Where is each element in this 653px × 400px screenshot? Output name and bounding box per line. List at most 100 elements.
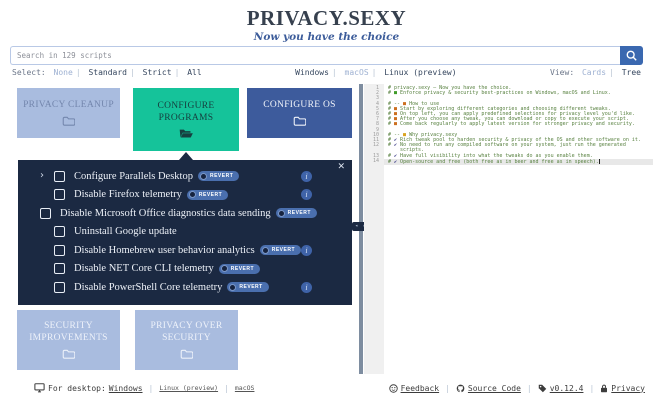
- card-privacy-over-security[interactable]: PRIVACY OVER SECURITY: [135, 310, 238, 370]
- script-label[interactable]: Disable Microsoft Office diagnostics dat…: [60, 208, 271, 219]
- footer-link-source-code[interactable]: Source Code: [468, 384, 521, 393]
- toggle-knob: [220, 265, 228, 273]
- script-label[interactable]: Disable PowerShell Core telemetry: [74, 282, 222, 293]
- script-label[interactable]: Configure Parallels Desktop: [74, 171, 193, 182]
- check-icon: ✔: [391, 152, 398, 159]
- code-editor[interactable]: 1 # privacy.sexy — Now you have the choic…: [364, 84, 653, 374]
- script-checkbox[interactable]: [54, 226, 65, 238]
- script-checkbox[interactable]: [53, 244, 65, 256]
- card-security-improvements[interactable]: SECURITY IMPROVEMENTS: [17, 310, 120, 370]
- select-all[interactable]: All: [187, 68, 201, 77]
- info-icon[interactable]: i: [301, 170, 312, 182]
- folder-icon: [62, 116, 75, 126]
- folder-icon: [293, 116, 306, 126]
- code-text: # ✔ Open-source and free (both free as i…: [384, 158, 653, 166]
- configure-programs-panel: ✕ › Configure Parallels Desktop REVERT i Dis…: [18, 152, 352, 305]
- close-icon[interactable]: ✕: [337, 162, 345, 172]
- check-icon: ✔: [391, 158, 398, 165]
- footer-link-privacy[interactable]: Privacy: [611, 384, 645, 393]
- script-label[interactable]: Disable NET Core CLI telemetry: [74, 263, 214, 274]
- view-cards[interactable]: Cards: [582, 68, 606, 77]
- script-checkbox[interactable]: [54, 170, 65, 182]
- search-input[interactable]: [10, 46, 620, 65]
- revert-toggle[interactable]: REVERT: [259, 245, 301, 256]
- toggle-knob: [229, 283, 237, 291]
- privacy-sexy-app: PRIVACY.SEXY Now you have the choice Sel…: [0, 0, 653, 400]
- search-button[interactable]: [620, 46, 643, 65]
- search-icon: [625, 49, 638, 62]
- script-list: › Configure Parallels Desktop REVERT i Disab…: [18, 167, 352, 297]
- card-configure-programs[interactable]: CONFIGURE PROGRAMS: [133, 88, 239, 151]
- revert-toggle[interactable]: REVERT: [186, 189, 229, 200]
- view-label: View:: [550, 68, 575, 77]
- revert-toggle[interactable]: REVERT: [275, 208, 317, 219]
- info-icon[interactable]: i: [301, 189, 312, 201]
- os-group: Windows | macOS | Linux (preview): [295, 68, 457, 77]
- toggle-knob: [188, 191, 196, 199]
- script-item-row: Disable Firefox telemetry REVERT i: [18, 186, 352, 205]
- info-icon[interactable]: i: [301, 244, 312, 256]
- tag-icon: [538, 384, 547, 393]
- footer-link-feedback[interactable]: Feedback: [401, 384, 440, 393]
- footer-link-linux[interactable]: Linux (preview): [159, 384, 218, 392]
- search-bar: [10, 46, 643, 65]
- toggle-knob: [277, 209, 285, 217]
- footer-link-version[interactable]: v0.12.4: [550, 384, 584, 393]
- select-standard[interactable]: Standard: [88, 68, 127, 77]
- script-label[interactable]: Disable Homebrew user behavior analytics: [74, 245, 255, 256]
- script-label[interactable]: Uninstall Google update: [74, 226, 177, 237]
- script-checkbox[interactable]: [40, 207, 51, 219]
- revert-toggle[interactable]: REVERT: [218, 263, 261, 274]
- view-tree[interactable]: Tree: [622, 68, 641, 77]
- info-icon[interactable]: i: [301, 281, 312, 293]
- os-windows[interactable]: Windows: [295, 68, 329, 77]
- toggle-knob: [261, 246, 269, 254]
- revert-label: REVERT: [198, 191, 223, 198]
- footer: For desktop: Windows | Linux (preview) |…: [0, 380, 653, 396]
- card-title: CONFIGURE PROGRAMS: [157, 100, 215, 123]
- footer-links: Feedback | Source Code | v0.12.4 | Priva…: [388, 383, 645, 393]
- os-macos[interactable]: macOS: [345, 68, 369, 77]
- folder-icon: [62, 349, 75, 359]
- card-privacy-cleanup[interactable]: PRIVACY CLEANUP: [17, 88, 120, 138]
- card-title: CONFIGURE OS: [263, 100, 336, 111]
- line-number: 14: [372, 157, 379, 164]
- script-item-row: Disable NET Core CLI telemetry REVERT: [18, 260, 352, 279]
- page-title: PRIVACY.SEXY: [246, 6, 407, 30]
- revert-label: REVERT: [209, 173, 234, 180]
- view-group: View: Cards | Tree: [550, 68, 641, 77]
- lock-icon: [600, 384, 608, 393]
- revert-toggle[interactable]: REVERT: [227, 282, 269, 293]
- card-title: PRIVACY CLEANUP: [23, 100, 114, 111]
- footer-desktop-label: For desktop:: [48, 383, 106, 393]
- select-strict[interactable]: Strict: [143, 68, 172, 77]
- card-title: SECURITY IMPROVEMENTS: [29, 321, 108, 343]
- script-checkbox[interactable]: [54, 263, 65, 275]
- footer-link-windows[interactable]: Windows: [109, 384, 143, 393]
- script-label[interactable]: Disable Firefox telemetry: [74, 189, 182, 200]
- script-item-row: Uninstall Google update: [18, 223, 352, 242]
- monitor-icon: [34, 383, 45, 393]
- script-item-row: Disable PowerShell Core telemetry REVERT i: [18, 278, 352, 297]
- expand-arrow-icon[interactable]: ›: [40, 171, 54, 181]
- feedback-icon: [388, 383, 398, 393]
- revert-label: REVERT: [230, 265, 255, 272]
- script-item-row: › Configure Parallels Desktop REVERT i: [18, 167, 352, 186]
- text-cursor: [598, 158, 600, 164]
- card-configure-os[interactable]: CONFIGURE OS: [247, 88, 352, 138]
- code-line: 14 # ✔ Open-source and free (both free as…: [364, 157, 653, 166]
- script-checkbox[interactable]: [54, 281, 65, 293]
- select-none[interactable]: None: [54, 68, 73, 77]
- revert-toggle[interactable]: REVERT: [197, 171, 240, 182]
- os-linux[interactable]: Linux (preview): [384, 68, 456, 77]
- script-checkbox[interactable]: [54, 189, 65, 201]
- folder-open-icon: [179, 128, 193, 138]
- script-item-row: Disable Homebrew user behavior analytics…: [18, 241, 352, 260]
- footer-link-macos[interactable]: macOS: [235, 384, 255, 392]
- shield-icon: ■: [391, 90, 398, 97]
- book-icon: ■: [391, 121, 398, 128]
- panel-arrow: [179, 152, 193, 160]
- select-label: Select:: [12, 68, 46, 77]
- code-lines: 1 # privacy.sexy — Now you have the choic…: [364, 84, 653, 166]
- script-item-row: Disable Microsoft Office diagnostics dat…: [18, 204, 352, 223]
